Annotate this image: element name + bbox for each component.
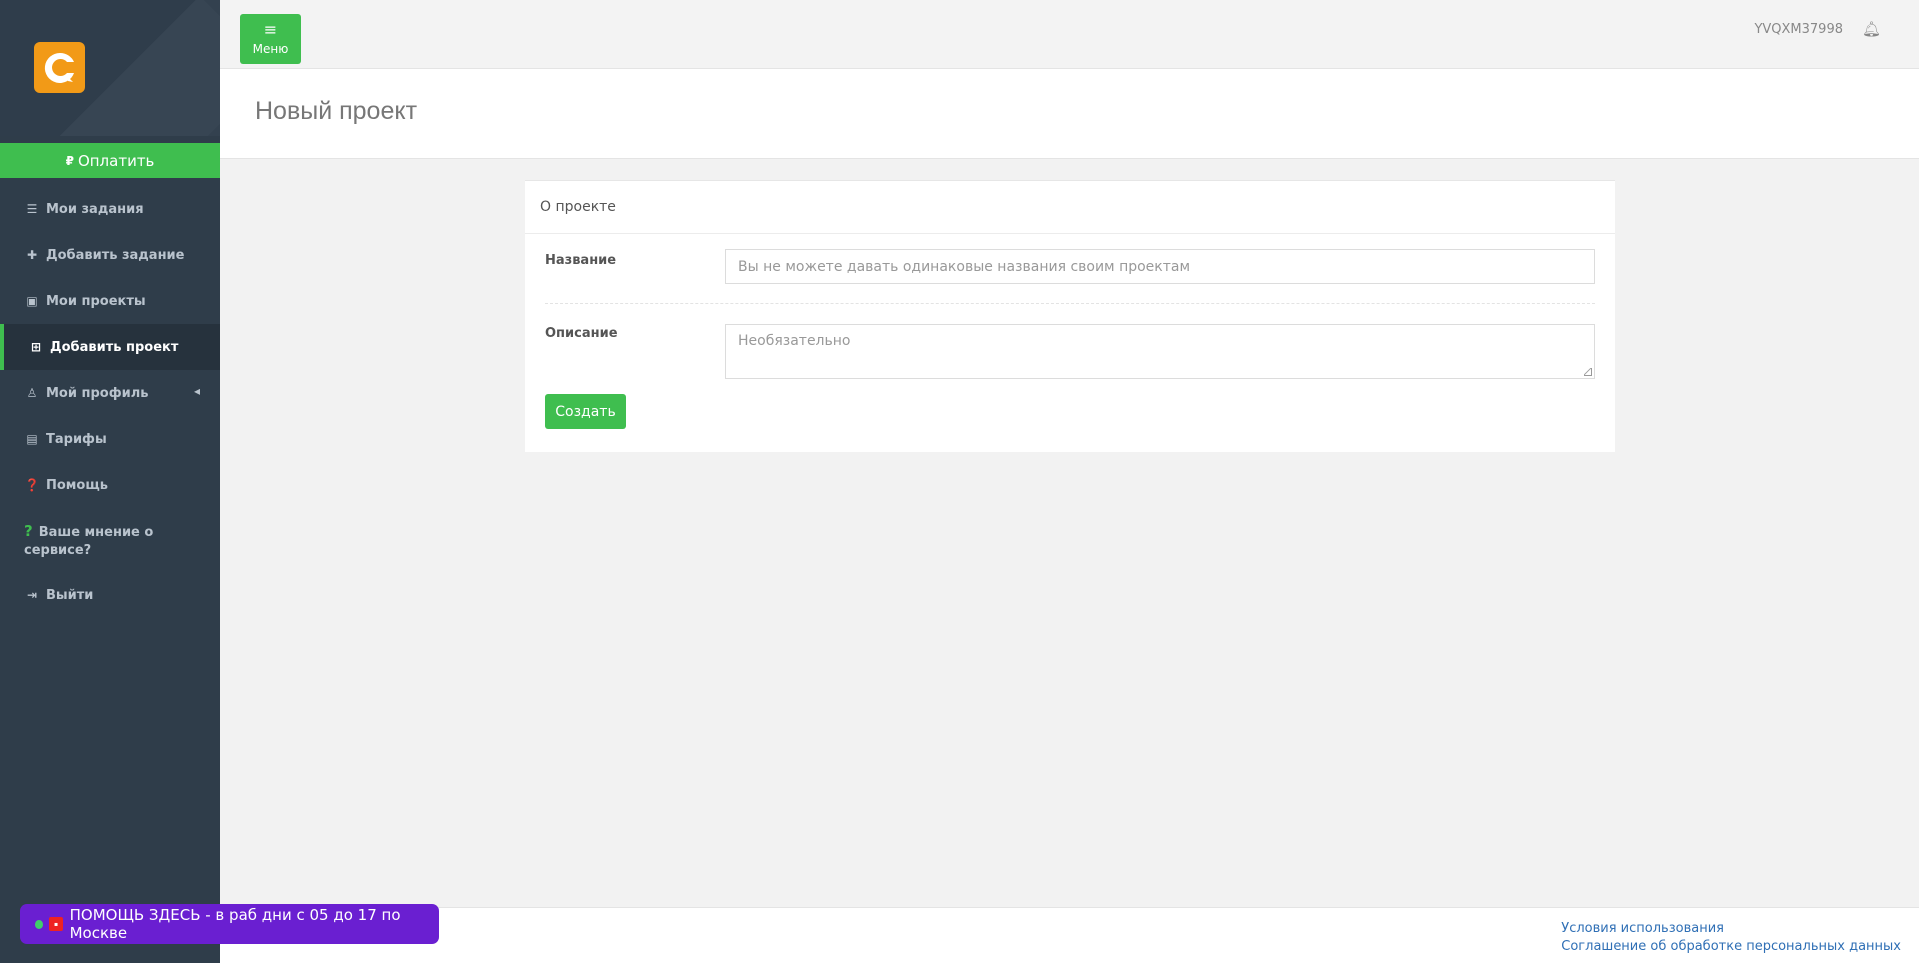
privacy-link[interactable]: Соглашение об обработке персональных дан… [1561, 938, 1901, 956]
topbar: ≡ Меню YVQXM37998 🔔︎ [220, 0, 1919, 69]
sidebar-item-feedback[interactable]: ? Ваше мнение о сервисе? [0, 508, 220, 572]
resize-handle-icon[interactable] [1584, 368, 1592, 376]
sidebar-item-label: ? Ваше мнение о сервисе? [24, 522, 184, 560]
plus-icon: ✚ [26, 248, 38, 262]
name-row: Название Вы не можете давать одинаковые … [545, 249, 1595, 284]
sidebar-item-label: Выйти [46, 587, 94, 603]
description-row: Описание Необязательно [545, 324, 1595, 379]
user-icon: ♙ [26, 386, 38, 400]
help-chip-text: ПОМОЩЬ ЗДЕСЬ - в раб дни с 05 до 17 по М… [69, 906, 401, 942]
question-icon: ? [24, 522, 33, 540]
online-status-dot [35, 919, 44, 929]
briefcase-icon: ▣ [26, 294, 38, 308]
sidebar-item-label: Добавить проект [50, 339, 179, 355]
sidebar-item-my-profile[interactable]: ♙ Мой профиль ◂ [0, 370, 220, 416]
create-button[interactable]: Создать [545, 394, 626, 429]
description-textarea[interactable]: Необязательно [725, 324, 1595, 379]
menu-button-label: Меню [252, 42, 289, 56]
plus-square-icon: ⊞ [30, 340, 42, 354]
sidebar-item-label: Помощь [46, 477, 108, 493]
terms-link[interactable]: Условия использования [1561, 920, 1901, 938]
sidebar-item-label: Мои проекты [46, 293, 146, 309]
credit-card-icon: ▤ [26, 432, 38, 446]
footer-links: Условия использования Соглашение об обра… [1561, 920, 1901, 956]
pay-button[interactable]: ₽ Оплатить [0, 143, 220, 178]
footer: Условия использования Соглашение об обра… [220, 907, 1919, 963]
pay-button-label: Оплатить [77, 151, 155, 170]
help-chip[interactable]: ▪ ПОМОЩЬ ЗДЕСЬ - в раб дни с 05 до 17 по… [20, 904, 439, 944]
sidebar-item-help[interactable]: ❓ Помощь [0, 462, 220, 508]
sidebar-item-label: Тарифы [46, 431, 107, 447]
hamburger-icon: ≡ [263, 20, 278, 39]
sidebar-nav: ☰ Мои задания ✚ Добавить задание ▣ Мои п… [0, 186, 220, 618]
sidebar-item-feedback-text: Ваше мнение о сервисе? [24, 525, 154, 558]
sidebar-item-label: Мой профиль [46, 385, 149, 401]
logo[interactable] [34, 42, 85, 93]
menu-button[interactable]: ≡ Меню [240, 14, 301, 64]
name-input[interactable]: Вы не можете давать одинаковые названия … [725, 249, 1595, 284]
description-label: Описание [545, 326, 618, 341]
description-placeholder: Необязательно [738, 333, 851, 349]
sidebar-logo-area [0, 0, 220, 136]
username[interactable]: YVQXM37998 [1754, 22, 1843, 37]
chevron-left-icon: ◂ [193, 384, 200, 398]
form-divider [545, 303, 1595, 304]
card-header: О проекте [525, 181, 1615, 234]
list-icon: ☰ [26, 202, 38, 216]
chat-logo-icon: ▪ [49, 917, 63, 931]
sidebar-item-add-project[interactable]: ⊞ Добавить проект [0, 324, 220, 370]
sidebar-item-tariffs[interactable]: ▤ Тарифы [0, 416, 220, 462]
sign-out-icon: ⇥ [26, 588, 38, 602]
ruble-icon: ₽ [65, 153, 74, 168]
page-title: Новый проект [255, 97, 418, 125]
sidebar-item-label: Добавить задание [46, 247, 185, 263]
question-circle-icon: ❓ [24, 478, 40, 492]
logo-icon [44, 52, 74, 83]
name-label: Название [545, 253, 617, 268]
sidebar-item-my-tasks[interactable]: ☰ Мои задания [0, 186, 220, 232]
sidebar-item-add-task[interactable]: ✚ Добавить задание [0, 232, 220, 278]
sidebar-item-logout[interactable]: ⇥ Выйти [0, 572, 220, 618]
page-title-bar: Новый проект [220, 69, 1919, 159]
sidebar-item-my-projects[interactable]: ▣ Мои проекты [0, 278, 220, 324]
sidebar: ₽ Оплатить ☰ Мои задания ✚ Добавить зада… [0, 0, 220, 963]
bell-icon[interactable]: 🔔︎ [1862, 20, 1881, 38]
project-form-card: О проекте Название Вы не можете давать о… [525, 180, 1615, 452]
sidebar-item-label: Мои задания [46, 201, 144, 217]
